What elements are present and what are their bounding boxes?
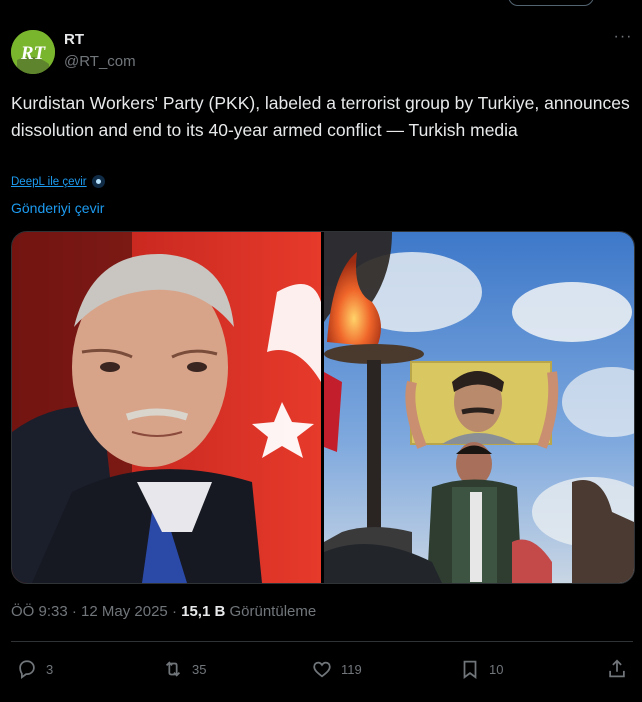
like-button[interactable]: 119 xyxy=(311,651,362,687)
deepl-translate-link[interactable]: DeepL ile çevir xyxy=(11,175,105,188)
bookmark-count: 10 xyxy=(489,661,504,677)
repost-button[interactable]: 35 xyxy=(162,651,206,687)
left-photo xyxy=(12,232,321,583)
views-count: 15,1 B xyxy=(181,603,226,620)
like-icon xyxy=(313,661,331,678)
more-icon[interactable]: ··· xyxy=(612,29,634,50)
translate-post-link[interactable]: Gönderiyi çevir xyxy=(11,200,104,216)
views-label: Görüntüleme xyxy=(225,603,317,620)
tweet-media[interactable] xyxy=(11,231,635,584)
deepl-label[interactable]: DeepL ile çevir xyxy=(11,176,87,188)
bookmark-icon xyxy=(463,660,477,679)
avatar-logo-text: RT xyxy=(20,43,47,64)
right-photo xyxy=(324,232,634,583)
like-count: 119 xyxy=(341,661,362,677)
meta-separator: · xyxy=(67,603,82,620)
tweet-meta: ÖÖ 9:33 · 12 May 2025 · 15,1 B Görüntüle… xyxy=(11,603,316,620)
author-handle[interactable]: @RT_com xyxy=(64,53,136,70)
deepl-icon xyxy=(91,175,105,188)
reply-button[interactable]: 3 xyxy=(16,651,53,687)
reply-count: 3 xyxy=(46,661,54,677)
repost-count: 35 xyxy=(192,661,207,677)
share-icon xyxy=(609,659,625,678)
bookmark-button[interactable]: 10 xyxy=(459,651,503,687)
follow-pill-edge[interactable] xyxy=(508,0,594,6)
avatar[interactable]: RT xyxy=(11,30,55,74)
reply-icon xyxy=(19,660,35,679)
divider xyxy=(11,641,633,642)
tweet-time[interactable]: ÖÖ 9:33 xyxy=(11,603,68,620)
meta-separator: · xyxy=(167,603,182,620)
tweet-text: Kurdistan Workers' Party (PKK), labeled … xyxy=(11,93,630,140)
tweet-date[interactable]: 12 May 2025 xyxy=(81,603,168,620)
share-button[interactable] xyxy=(606,651,628,687)
author-name[interactable]: RT xyxy=(64,31,84,48)
action-bar: 3 35 119 10 xyxy=(11,651,633,687)
repost-icon xyxy=(165,661,181,677)
